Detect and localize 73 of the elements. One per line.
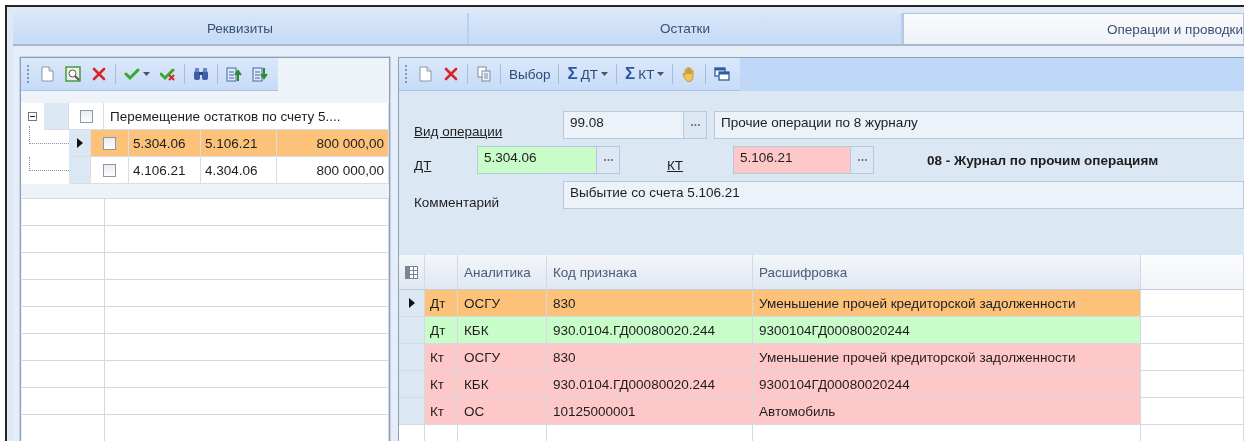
table-cell: 800 000,00 (277, 130, 389, 157)
binoculars-icon[interactable] (193, 66, 209, 82)
table-cell: ОС (458, 398, 547, 425)
table-cell: Уменьшение прочей кредиторской задолженности (753, 344, 1141, 371)
column-header[interactable]: Аналитика (458, 255, 547, 290)
field-label-link[interactable]: Вид операции (414, 124, 563, 139)
credit-account-field[interactable]: 5.106.21 (733, 146, 851, 174)
table-cell: 5.304.06 (129, 130, 201, 157)
table-cell: 930.0104.ГД00080020.244 (547, 371, 753, 398)
uncheck-icon[interactable] (160, 66, 176, 82)
table-cell: Кт (425, 344, 458, 371)
table-cell: КБК (458, 371, 547, 398)
table-cell: 800 000,00 (277, 157, 389, 184)
header-corner[interactable] (399, 255, 425, 290)
checkbox[interactable] (103, 136, 116, 150)
delete-icon[interactable] (443, 66, 459, 82)
table-cell: 930.0104.ГД00080020.244 (547, 317, 753, 344)
tab[interactable]: Реквизиты (13, 13, 469, 44)
table-cell: Кт (425, 398, 458, 425)
select-button[interactable]: Выбор (507, 64, 553, 84)
column-header[interactable]: Код признака (547, 255, 753, 290)
caret-icon (657, 72, 665, 76)
windows-icon[interactable] (714, 66, 731, 82)
table-cell: КБК (458, 317, 547, 344)
table-cell: Автомобиль (753, 398, 1141, 425)
table-cell: 4.304.06 (201, 157, 277, 184)
table-up-icon[interactable] (226, 66, 242, 82)
field-label-link[interactable]: КТ (667, 157, 733, 173)
column-header[interactable]: Расшифровка (753, 255, 1141, 290)
ellipsis-button[interactable] (851, 146, 874, 174)
delete-icon[interactable] (91, 66, 107, 82)
field-label-link[interactable]: ДТ (414, 157, 477, 173)
debit-account-field[interactable]: 5.304.06 (477, 146, 597, 174)
table-cell: 10125000001 (547, 398, 753, 425)
field-label: Комментарий (414, 195, 501, 210)
copy-icon[interactable] (476, 66, 492, 82)
row-pointer-icon (408, 298, 415, 308)
collapse-icon[interactable] (28, 112, 37, 121)
caret-icon (601, 72, 609, 76)
sum-menu-button[interactable]: Σ КТ (623, 62, 667, 86)
table-cell: Кт (425, 371, 458, 398)
row-pointer-icon (76, 138, 83, 148)
tab[interactable]: Остатки (469, 13, 903, 44)
table-cell: 830 (547, 290, 753, 317)
table-cell: 830 (547, 344, 753, 371)
document-icon[interactable] (39, 66, 55, 82)
table-cell: ОСГУ (458, 290, 547, 317)
ellipsis-button[interactable] (597, 146, 620, 174)
caret-icon (143, 72, 150, 76)
table-cell: Дт (425, 290, 458, 317)
journal-name: 08 - Журнал по прочим операциям (927, 152, 1159, 168)
ellipsis-button[interactable] (684, 111, 707, 139)
table-cell: 9300104ГД00080020244 (753, 317, 1141, 344)
operation-code-field[interactable]: 99.08 (563, 111, 684, 139)
table-cell: 4.106.21 (129, 157, 201, 184)
grid-icon[interactable] (405, 265, 418, 279)
comment-field[interactable]: Выбытие со счета 5.106.21 (563, 181, 1244, 209)
checkbox[interactable] (103, 163, 116, 177)
checkbox[interactable] (79, 109, 93, 123)
table-cell: Дт (425, 317, 458, 344)
preview-icon[interactable] (65, 66, 81, 82)
table-cell: 9300104ГД00080020244 (753, 371, 1141, 398)
table-down-icon[interactable] (252, 66, 268, 82)
table-cell: Уменьшение прочей кредиторской задолженности (753, 290, 1141, 317)
row-indicator[interactable] (399, 290, 425, 317)
table-cell: ОСГУ (458, 344, 547, 371)
table-cell: 5.106.21 (201, 130, 277, 157)
tab[interactable]: Операции и проводки (903, 13, 1244, 44)
check-icon (124, 66, 140, 82)
operation-name-field[interactable]: Прочие операции по 8 журналу (714, 111, 1244, 139)
sum-menu-button[interactable]: Σ ДТ (565, 62, 611, 86)
document-icon[interactable] (417, 66, 433, 82)
row-indicator[interactable] (69, 130, 91, 157)
